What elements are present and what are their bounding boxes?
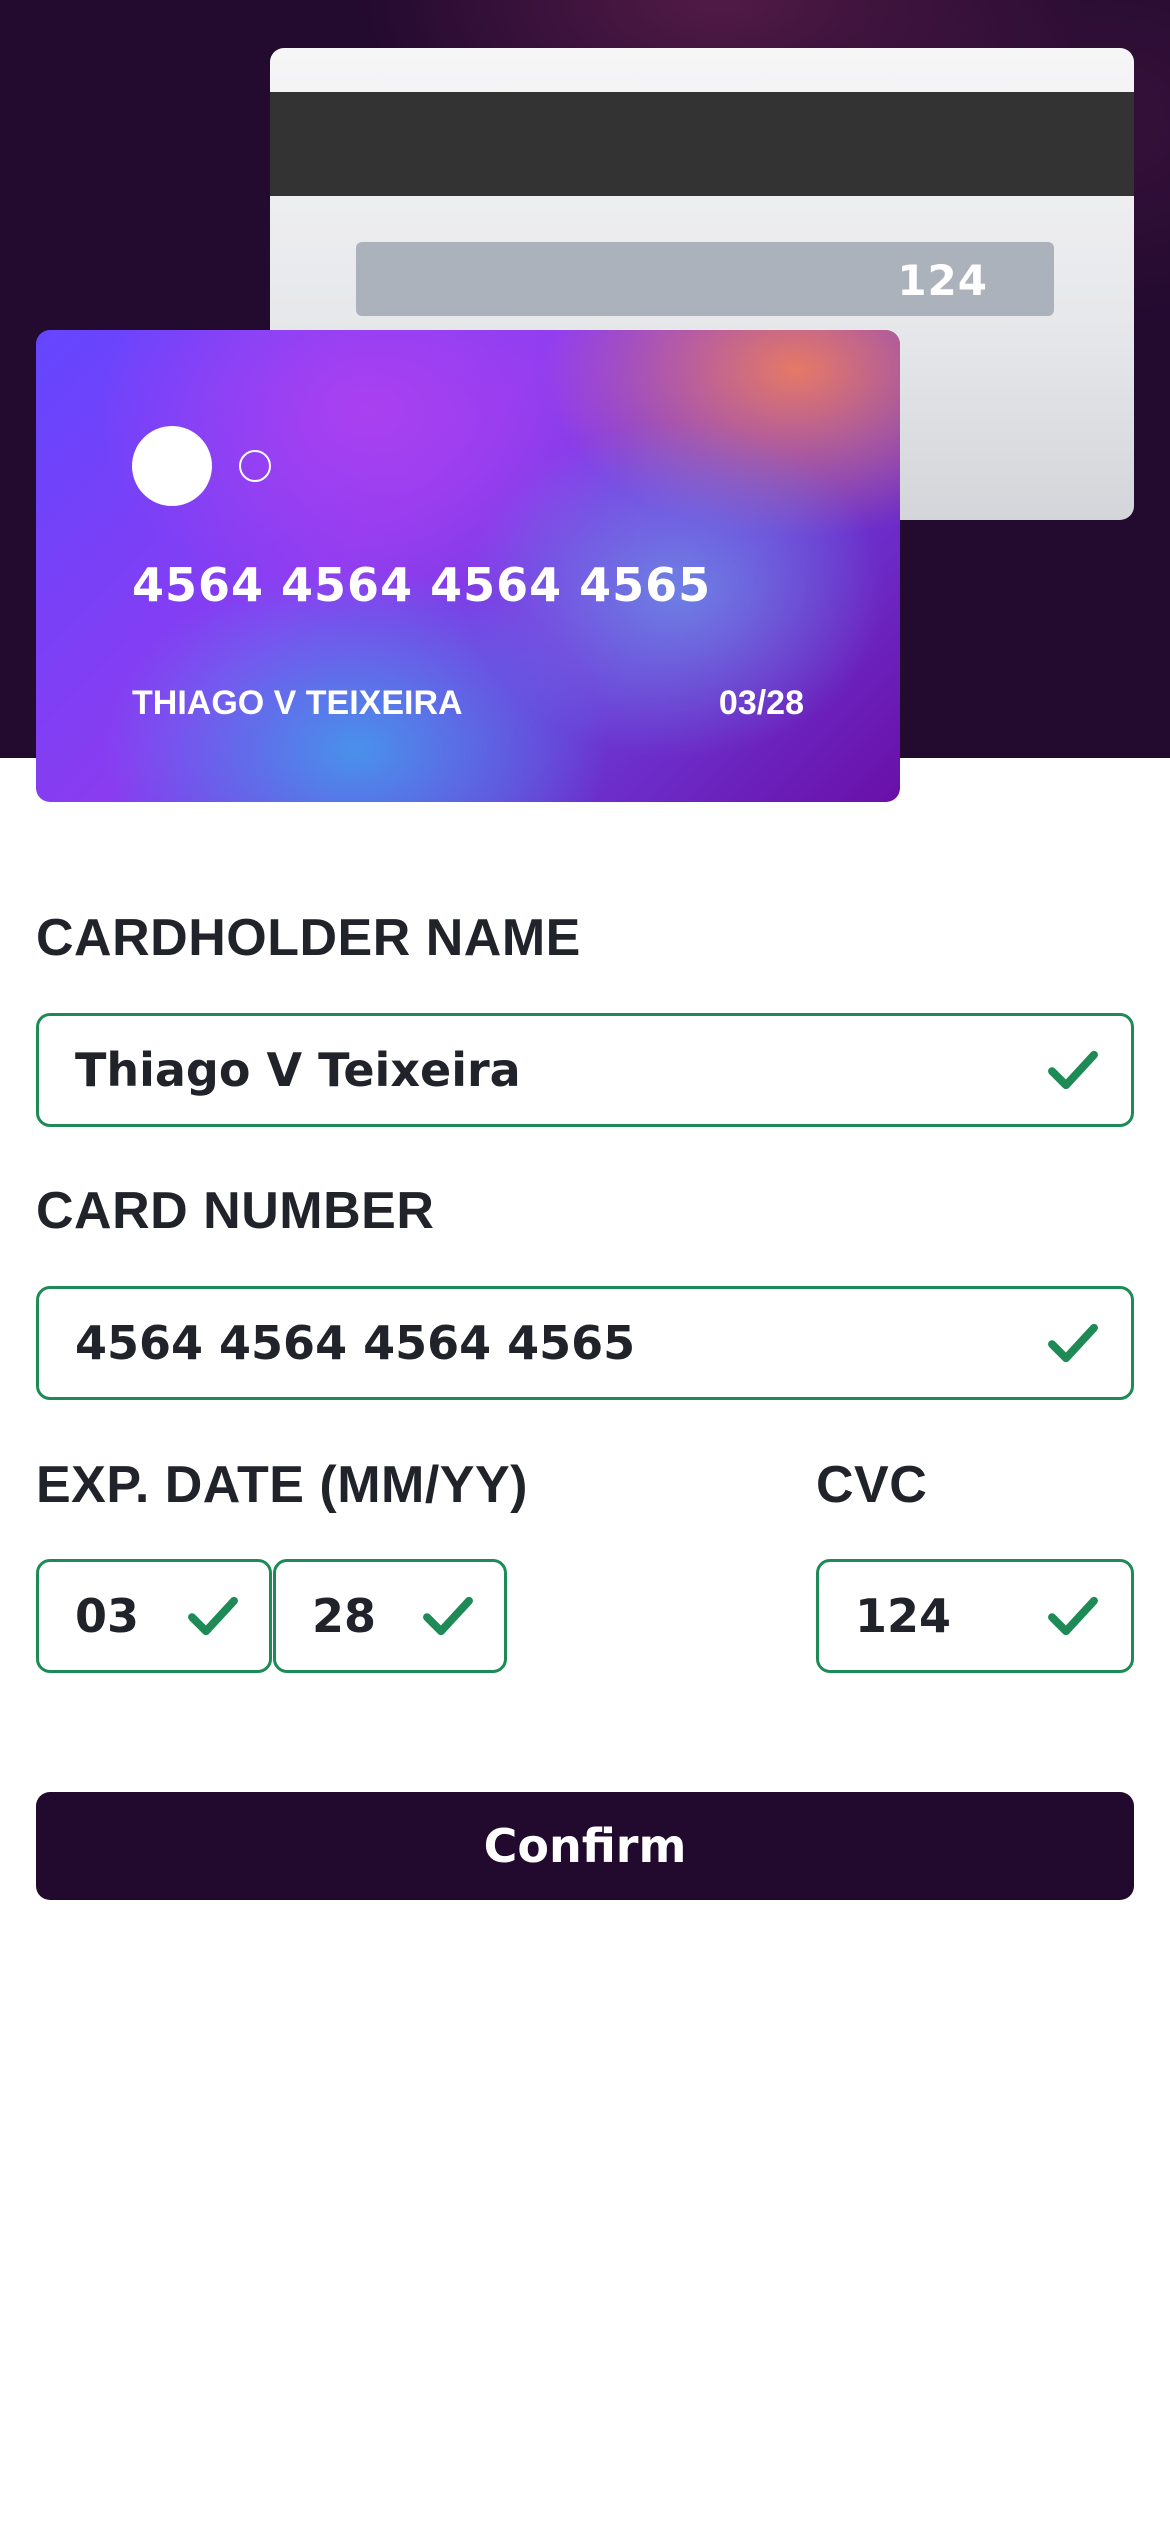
card-front-expiry: 03/28	[718, 684, 804, 722]
cardholder-name-label: CARDHOLDER NAME	[36, 909, 581, 967]
card-front: 4564 4564 4564 4565 THIAGO V TEIXEIRA 03…	[36, 330, 900, 802]
check-icon	[1048, 1596, 1098, 1636]
exp-year-input[interactable]	[312, 1562, 432, 1670]
check-icon	[1048, 1050, 1098, 1090]
magnetic-stripe	[270, 92, 1134, 196]
cvc-input[interactable]	[855, 1562, 1035, 1670]
check-icon	[423, 1596, 473, 1636]
check-icon	[188, 1596, 238, 1636]
card-number-field[interactable]	[36, 1286, 1134, 1400]
card-logo-circle-outline	[239, 450, 271, 482]
exp-month-input[interactable]	[75, 1562, 195, 1670]
cardholder-name-field[interactable]	[36, 1013, 1134, 1127]
card-front-holder: THIAGO V TEIXEIRA	[132, 684, 463, 722]
exp-year-field[interactable]	[273, 1559, 507, 1673]
exp-date-label: EXP. DATE (MM/YY)	[36, 1456, 528, 1514]
card-back-cvc: 124	[897, 256, 988, 305]
cardholder-name-input[interactable]	[75, 1016, 1037, 1124]
card-number-label: CARD NUMBER	[36, 1182, 435, 1240]
card-front-number: 4564 4564 4564 4565	[132, 558, 712, 612]
cvc-label: CVC	[816, 1456, 928, 1514]
card-number-input[interactable]	[75, 1289, 1037, 1397]
card-logo-circle-filled	[132, 426, 212, 506]
confirm-button[interactable]: Confirm	[36, 1792, 1134, 1900]
card-preview-area: 124 4564 4564 4564 4565 THIAGO V TEIXEIR…	[0, 0, 1170, 802]
cvc-field[interactable]	[816, 1559, 1134, 1673]
signature-strip: 124	[356, 242, 1054, 316]
exp-month-field[interactable]	[36, 1559, 272, 1673]
check-icon	[1048, 1323, 1098, 1363]
